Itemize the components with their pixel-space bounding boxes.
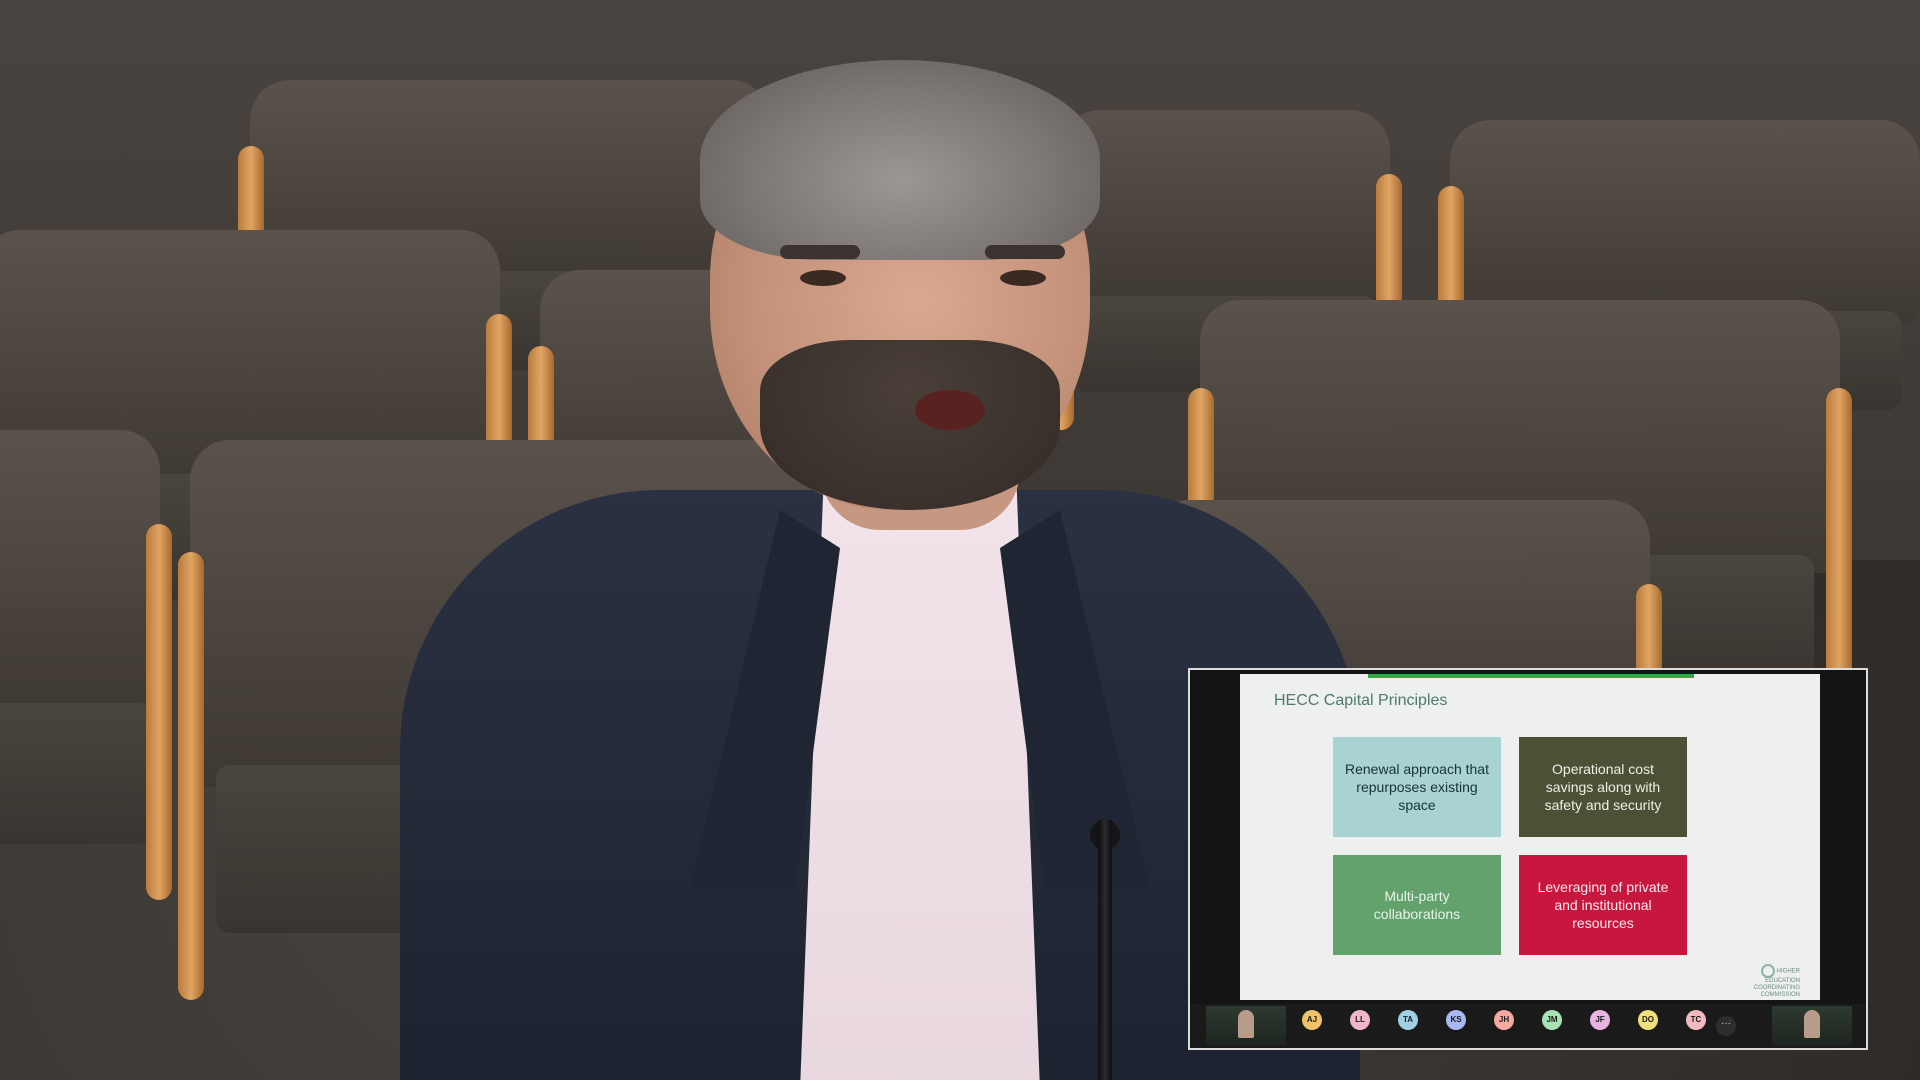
participant-avatar: TC xyxy=(1686,1010,1706,1030)
participant-tile[interactable]: JH xyxy=(1482,1006,1526,1046)
slide-progress-bar xyxy=(1368,674,1694,678)
participant-avatar: AJ xyxy=(1302,1010,1322,1030)
participant-tile[interactable]: TA xyxy=(1386,1006,1430,1046)
microphone-stand xyxy=(1098,820,1112,1080)
participant-avatar: TA xyxy=(1398,1010,1418,1030)
participant-tile[interactable]: KS xyxy=(1434,1006,1478,1046)
speaker-hair xyxy=(700,60,1100,260)
participant-avatar: JF xyxy=(1590,1010,1610,1030)
participant-avatar: JH xyxy=(1494,1010,1514,1030)
participant-tile[interactable]: JM xyxy=(1530,1006,1574,1046)
logo-swirl-icon xyxy=(1760,964,1775,978)
principle-card: Multi-party collaborations xyxy=(1333,855,1501,955)
participant-tile[interactable]: TC xyxy=(1674,1006,1718,1046)
speaker-beard xyxy=(760,340,1060,510)
participant-video-tile[interactable] xyxy=(1206,1006,1286,1046)
principle-card: Leveraging of private and institutional … xyxy=(1519,855,1687,955)
person-icon xyxy=(1804,1010,1820,1038)
participant-avatar: JM xyxy=(1542,1010,1562,1030)
hecc-logo: HIGHER EDUCATION COORDINATING COMMISSION xyxy=(1738,964,1800,998)
participant-avatar: KS xyxy=(1446,1010,1466,1030)
participant-avatar: DO xyxy=(1638,1010,1658,1030)
person-icon xyxy=(1238,1010,1254,1038)
chair xyxy=(0,430,172,900)
participant-tile[interactable]: DO xyxy=(1626,1006,1670,1046)
participant-strip[interactable]: AJ LL TA KS JH JM JF DO TC ··· xyxy=(1190,1004,1866,1048)
slide-title: HECC Capital Principles xyxy=(1274,692,1448,709)
more-participants-button[interactable]: ··· xyxy=(1716,1016,1736,1036)
participant-tile[interactable]: AJ xyxy=(1290,1006,1334,1046)
principle-card: Operational cost savings along with safe… xyxy=(1519,737,1687,837)
participant-tile[interactable]: JF xyxy=(1578,1006,1622,1046)
participant-avatar: LL xyxy=(1350,1010,1370,1030)
participant-video-tile[interactable] xyxy=(1772,1006,1852,1046)
participant-tile[interactable]: LL xyxy=(1338,1006,1382,1046)
video-call-window[interactable]: HECC Capital Principles Renewal approach… xyxy=(1188,668,1868,1050)
principle-card: Renewal approach that repurposes existin… xyxy=(1333,737,1501,837)
presentation-slide: HECC Capital Principles Renewal approach… xyxy=(1240,674,1820,1000)
